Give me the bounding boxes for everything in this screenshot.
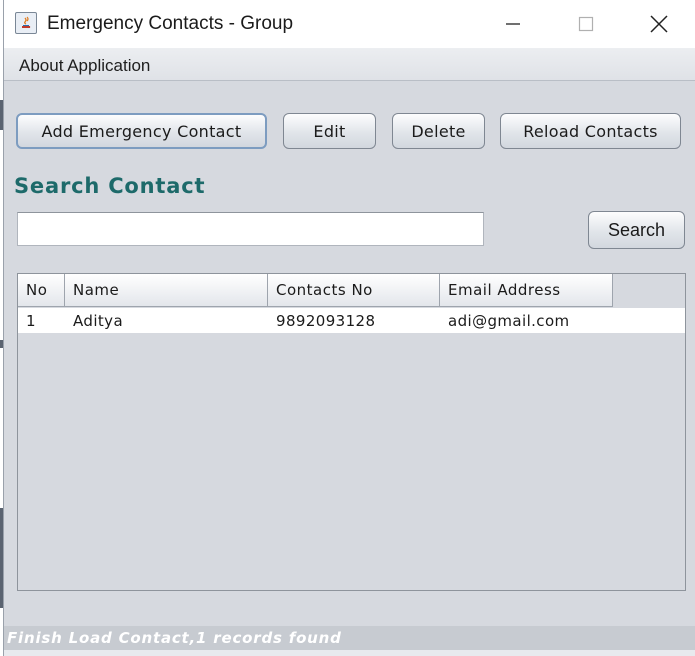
reload-contacts-button[interactable]: Reload Contacts xyxy=(500,113,681,149)
search-contact-heading: Search Contact xyxy=(14,174,206,198)
close-button[interactable] xyxy=(624,0,694,48)
status-bar: Finish Load Contact,1 records found xyxy=(4,626,695,650)
delete-button[interactable]: Delete xyxy=(392,113,485,149)
edit-button[interactable]: Edit xyxy=(283,113,376,149)
menu-about-application[interactable]: About Application xyxy=(19,56,150,76)
window-title: Emergency Contacts - Group xyxy=(47,13,294,34)
maximize-icon xyxy=(578,16,594,32)
column-header-no[interactable]: No xyxy=(18,274,65,307)
cell-no: 1 xyxy=(26,311,36,330)
close-icon xyxy=(650,15,668,33)
table-row[interactable]: 1 Aditya 9892093128 adi@gmail.com xyxy=(18,308,685,333)
java-app-icon[interactable] xyxy=(15,12,37,34)
search-input[interactable] xyxy=(17,212,484,246)
column-header-email-address[interactable]: Email Address xyxy=(440,274,613,307)
cell-name: Aditya xyxy=(73,311,124,330)
title-bar[interactable]: Emergency Contacts - Group xyxy=(4,0,695,48)
cell-contacts-no: 9892093128 xyxy=(276,311,376,330)
column-header-name[interactable]: Name xyxy=(65,274,268,307)
app-window: Emergency Contacts - Group About Applica… xyxy=(3,0,695,656)
cell-email-address: adi@gmail.com xyxy=(448,311,570,330)
menu-bar: About Application xyxy=(4,48,695,81)
column-header-contacts-no[interactable]: Contacts No xyxy=(268,274,440,307)
contacts-table[interactable]: No Name Contacts No Email Address 1 Adit… xyxy=(17,273,686,591)
window-bottom-border xyxy=(4,650,695,656)
table-header: No Name Contacts No Email Address xyxy=(18,274,613,307)
minimize-button[interactable] xyxy=(478,0,548,48)
minimize-icon xyxy=(506,23,520,25)
add-emergency-contact-button[interactable]: Add Emergency Contact xyxy=(16,113,267,149)
maximize-button[interactable] xyxy=(551,0,621,48)
search-button[interactable]: Search xyxy=(588,211,685,249)
status-message: Finish Load Contact,1 records found xyxy=(7,629,342,647)
